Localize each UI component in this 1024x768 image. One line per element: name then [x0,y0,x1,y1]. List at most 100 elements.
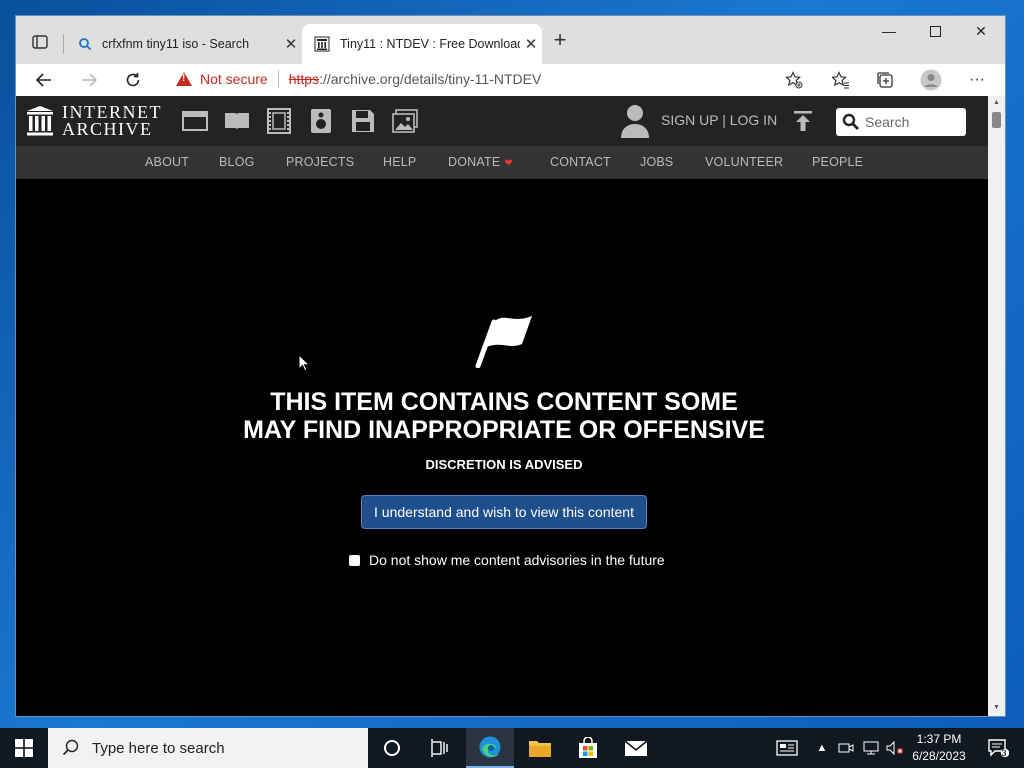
search-icon [79,38,92,51]
browser-toolbar: Not secure https://archive.org/details/t… [16,64,1005,96]
maximize-icon [929,26,941,37]
view-content-button[interactable]: I understand and wish to view this conte… [361,495,647,529]
more-icon: ··· [969,71,985,88]
folder-icon [529,741,551,757]
taskbar-search-box[interactable]: Type here to search [48,728,368,768]
edge-taskbar-button[interactable] [466,728,514,768]
flag-icon [475,316,532,368]
volume-button[interactable] [884,728,906,768]
archive-favicon-icon [314,36,330,52]
audio-media-button[interactable] [308,108,334,134]
start-button[interactable] [0,728,48,768]
cortana-circle-icon [384,740,400,756]
new-tab-button[interactable]: + [548,28,572,52]
maximize-button[interactable] [912,16,958,46]
scroll-down-icon[interactable]: ▼ [993,704,1000,711]
security-indicator[interactable]: Not secure [166,71,268,87]
address-bar[interactable]: Not secure https://archive.org/details/t… [166,64,806,94]
favorites-icon [832,71,849,89]
close-window-button[interactable]: ✕ [958,16,1004,46]
advisory-headline: THIS ITEM CONTAINS CONTENT SOME MAY FIND… [16,388,988,444]
ia-logo-text: INTERNET ARCHIVE [62,103,162,138]
speaker-icon [311,109,331,133]
images-media-button[interactable] [392,108,418,134]
tab-title: Tiny11 : NTDEV : Free Download [340,37,520,51]
news-widget-button[interactable] [770,728,804,768]
book-icon [225,113,249,130]
ia-search-input[interactable]: Search [836,108,966,136]
tab-search[interactable]: crfxfnm tiny11 iso - Search ✕ [66,24,302,64]
network-button[interactable] [860,728,882,768]
address-separator [277,70,279,88]
upload-icon[interactable] [792,110,814,132]
scroll-thumb[interactable] [992,112,1001,128]
nav-people[interactable]: PEOPLE [812,155,863,169]
opt-out-checkbox[interactable] [349,554,360,566]
nav-contact[interactable]: CONTACT [550,155,611,169]
windows-logo-icon [15,739,33,757]
favorites-button[interactable] [827,66,855,94]
scroll-up-icon[interactable]: ▲ [993,99,1000,106]
notification-count-badge: 3 [1001,748,1007,758]
heart-icon: ❤ [504,158,513,169]
nav-help[interactable]: HELP [383,155,416,169]
nav-about[interactable]: ABOUT [145,155,189,169]
back-button[interactable] [30,66,58,94]
camera-icon [838,743,854,753]
web-media-button[interactable] [182,108,208,134]
url-scheme: https [288,71,320,87]
refresh-button[interactable] [119,66,147,94]
nav-donate[interactable]: DONATE ❤ [448,155,513,169]
minimize-button[interactable]: — [866,16,912,46]
clock-time[interactable]: 1:37 PM [904,732,974,746]
file-explorer-button[interactable] [516,728,564,768]
nav-jobs[interactable]: JOBS [640,155,673,169]
forward-arrow-icon [82,73,97,87]
tab-title: crfxfnm tiny11 iso - Search [102,37,250,51]
headline-line-1: THIS ITEM CONTAINS CONTENT SOME [270,388,738,416]
signup-login-link[interactable]: SIGN UP | LOG IN [661,112,777,128]
clock-date[interactable]: 6/28/2023 [904,749,974,763]
search-icon [842,113,859,130]
store-bag-icon [579,737,597,758]
mail-button[interactable] [612,728,660,768]
add-favorite-button[interactable] [780,66,808,94]
close-tab-icon[interactable]: ✕ [280,35,302,53]
ia-logo[interactable]: INTERNET ARCHIVE [26,103,162,138]
show-hidden-icons-button[interactable]: ▲ [812,728,832,768]
network-icon [863,741,879,755]
collections-button[interactable] [871,66,899,94]
task-view-button[interactable] [418,728,462,768]
vertical-scrollbar[interactable]: ▲ ▼ [988,96,1005,716]
chevron-up-icon: ▲ [816,742,828,754]
software-media-button[interactable] [350,108,376,134]
edge-icon [479,736,501,758]
meet-now-button[interactable] [836,728,856,768]
back-arrow-icon [36,73,51,87]
forward-button[interactable] [75,66,103,94]
ia-header: INTERNET ARCHIVE SIGN UP | LOG IN Search [16,96,988,146]
web-icon [182,111,208,131]
nav-volunteer[interactable]: VOLUNTEER [705,155,783,169]
close-tab-icon[interactable]: ✕ [520,35,542,53]
tab-strip: crfxfnm tiny11 iso - Search ✕ Tiny11 : N… [16,16,1005,64]
cortana-button[interactable] [370,728,414,768]
ia-temple-logo-icon [27,106,53,136]
texts-media-button[interactable] [224,108,250,134]
speaker-muted-icon [886,741,903,755]
search-placeholder: Search [865,114,910,130]
video-media-button[interactable] [266,108,292,134]
tab-archive[interactable]: Tiny11 : NTDEV : Free Download ✕ [302,24,542,64]
ia-nav: ABOUT BLOG PROJECTS HELP DONATE ❤ CONTACT… [16,146,988,179]
settings-more-button[interactable]: ··· [963,66,991,94]
nav-projects[interactable]: PROJECTS [286,155,354,169]
task-view-icon [431,739,448,757]
profile-button[interactable] [917,66,945,94]
opt-out-label[interactable]: Do not show me content advisories in the… [369,552,665,568]
notification-center-button[interactable]: 3 [978,728,1018,768]
store-button[interactable] [564,728,612,768]
nav-blog[interactable]: BLOG [219,155,255,169]
tab-actions-button[interactable] [26,28,54,56]
images-icon [392,109,418,133]
user-icon[interactable] [620,104,650,138]
